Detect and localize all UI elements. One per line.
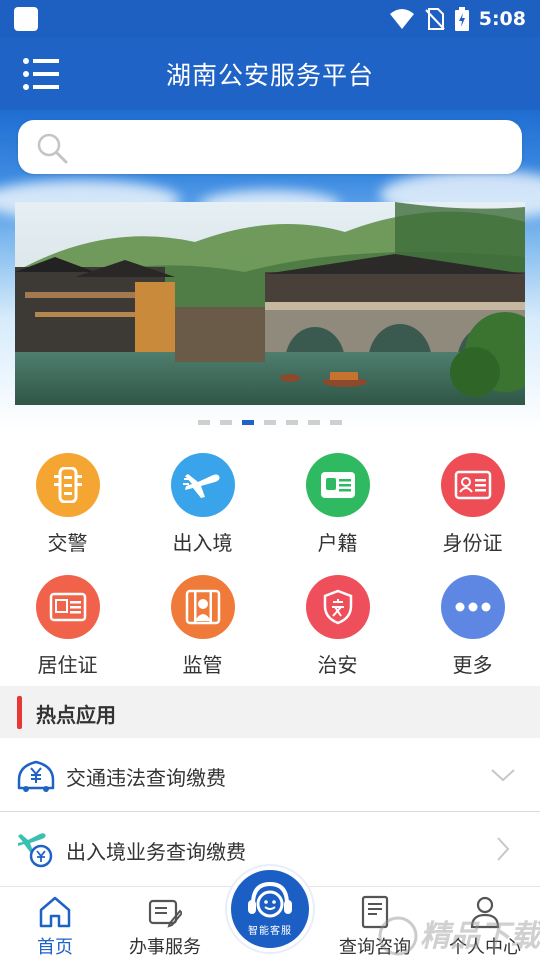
grid-icon-bg xyxy=(36,575,100,639)
car-payment-icon xyxy=(17,760,55,792)
smart-customer-service-button[interactable]: 智能客服 xyxy=(227,866,313,952)
watermark-text: 精品下载 xyxy=(420,919,540,954)
watermark: 精品下载 xyxy=(376,906,540,960)
banner-scene xyxy=(15,202,525,405)
grid-item-residence-permit[interactable]: 居住证 xyxy=(0,567,135,687)
no-sim-icon xyxy=(425,8,445,30)
hot-item-label: 出入境业务查询缴费 xyxy=(66,840,246,864)
battery-icon xyxy=(454,7,469,31)
grid-item-more[interactable]: 更多 xyxy=(405,567,540,687)
plane-payment-icon xyxy=(18,833,53,868)
grid-item-traffic-police[interactable]: 交警 xyxy=(0,445,135,565)
grid-item-public-security[interactable]: 治安 xyxy=(270,567,405,687)
wifi-icon xyxy=(389,9,414,29)
grid-label: 交警 xyxy=(47,531,88,555)
watermark-logo: 精品下载 xyxy=(378,916,540,956)
grid-label: 居住证 xyxy=(37,653,98,677)
carousel-dot[interactable] xyxy=(242,420,254,425)
status-icons: 5:08 xyxy=(389,6,526,32)
traffic-light-icon xyxy=(54,467,82,503)
grid-label: 户籍 xyxy=(317,531,358,555)
carousel-dot[interactable] xyxy=(220,420,232,425)
carousel-dot[interactable] xyxy=(286,420,298,425)
carousel-dot[interactable] xyxy=(198,420,210,425)
carousel-dot[interactable] xyxy=(264,420,276,425)
section-title: 热点应用 xyxy=(36,703,116,727)
clock: 5:08 xyxy=(478,8,526,30)
grid-item-identity-card[interactable]: 身份证 xyxy=(405,445,540,565)
grid-icon-bg xyxy=(441,575,505,639)
grid-item-household-registration[interactable]: 户籍 xyxy=(270,445,405,565)
nav-services[interactable]: 办事服务 xyxy=(110,887,220,960)
hot-item-traffic-violation[interactable]: 交通违法查询缴费 xyxy=(0,738,540,812)
grid-label: 监管 xyxy=(182,653,223,677)
more-icon xyxy=(455,602,491,612)
carousel-dot[interactable] xyxy=(308,420,320,425)
service-form-icon xyxy=(148,899,182,928)
airplane-icon xyxy=(183,474,220,498)
grid-label: 身份证 xyxy=(442,531,503,555)
grid-icon-bg xyxy=(441,453,505,517)
search-input[interactable] xyxy=(18,120,522,174)
identity-card-icon xyxy=(454,470,492,500)
grid-label: 更多 xyxy=(452,653,493,677)
home-icon xyxy=(39,896,71,928)
carousel-indicator[interactable] xyxy=(0,420,540,425)
hot-item-label: 交通违法查询缴费 xyxy=(66,766,226,790)
prison-icon xyxy=(185,589,221,625)
grid-icon-bg xyxy=(306,575,370,639)
app-header: 湖南公安服务平台 xyxy=(0,38,540,110)
fab-label: 智能客服 xyxy=(248,926,292,937)
grid-icon-bg xyxy=(306,453,370,517)
carousel-dot[interactable] xyxy=(330,420,342,425)
grid-icon-bg xyxy=(36,453,100,517)
hot-apps-header: 热点应用 xyxy=(0,686,540,738)
page-title: 湖南公安服务平台 xyxy=(165,61,374,90)
section-accent xyxy=(17,696,22,729)
grid-label: 出入境 xyxy=(172,531,233,555)
grid-icon-bg xyxy=(171,575,235,639)
grid-item-supervision[interactable]: 监管 xyxy=(135,567,270,687)
nav-label: 办事服务 xyxy=(129,937,201,958)
chevron-down-icon xyxy=(491,769,515,782)
grid-icon-bg xyxy=(171,453,235,517)
residence-card-icon xyxy=(49,592,87,622)
banner-image[interactable] xyxy=(15,202,525,405)
status-bar: 5:08 xyxy=(0,0,540,38)
search-icon xyxy=(37,133,68,164)
notification-icon xyxy=(14,7,38,31)
police-shield-icon xyxy=(323,589,353,625)
grid-label: 治安 xyxy=(317,653,358,677)
nav-label: 首页 xyxy=(37,937,73,958)
id-card-icon xyxy=(321,472,355,498)
chevron-right-icon xyxy=(497,837,510,861)
grid-item-exit-entry[interactable]: 出入境 xyxy=(135,445,270,565)
nav-home[interactable]: 首页 xyxy=(0,887,110,960)
